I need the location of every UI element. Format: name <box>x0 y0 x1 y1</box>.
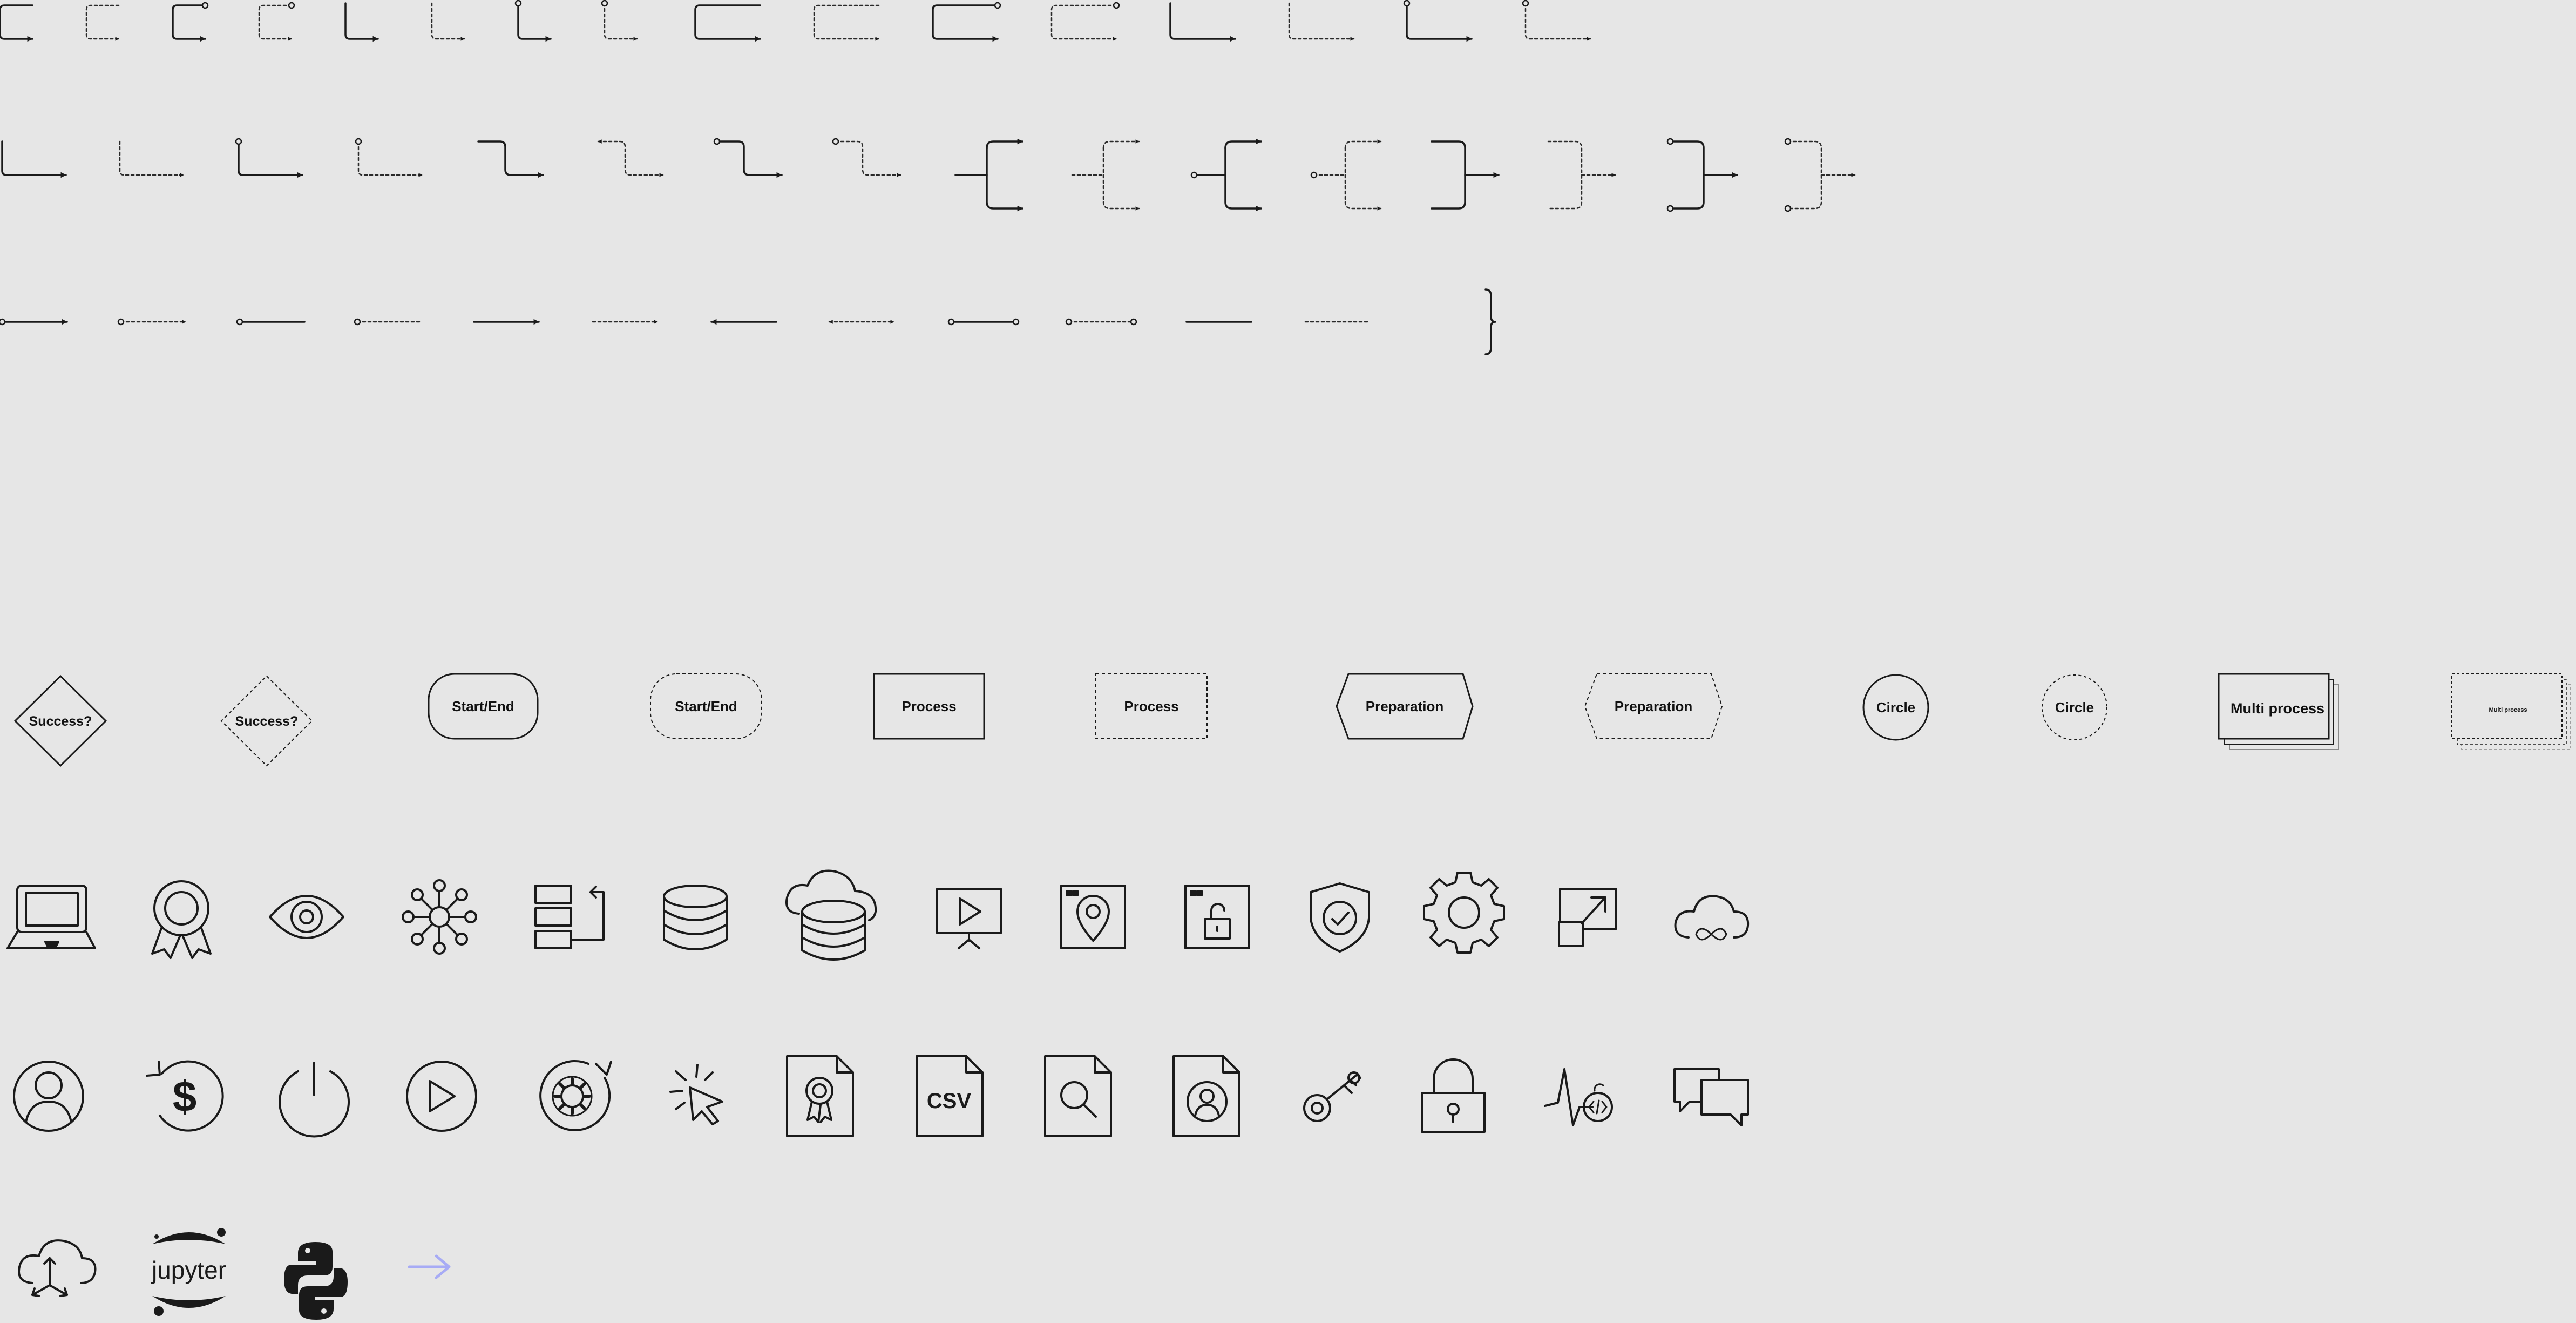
process-shape-dashed[interactable]: Process <box>1095 673 1208 739</box>
preparation-shape-dashed[interactable]: Preparation <box>1584 673 1723 739</box>
multi-process-label: Multi process <box>2231 700 2324 717</box>
circle-shape-dashed[interactable]: Circle <box>2042 674 2107 740</box>
multi-process-shape[interactable]: Multi process <box>2218 673 2339 750</box>
decision-label: Success? <box>29 714 92 729</box>
preparation-shape[interactable]: Preparation <box>1336 673 1474 740</box>
preparation-dashed-label: Preparation <box>1615 698 1693 714</box>
circle-label: Circle <box>1876 699 1915 716</box>
terminal-shape[interactable]: Start/End <box>428 673 539 740</box>
csv-label: CSV <box>927 1089 972 1113</box>
diagram-canvas: Success? Success? Start/End Start/End Pr… <box>0 0 2576 1323</box>
process-label: Process <box>901 698 956 714</box>
process-dashed-label: Process <box>1124 698 1178 714</box>
terminal-dashed-label: Start/End <box>675 698 737 714</box>
terminal-label: Start/End <box>452 698 514 714</box>
circle-dashed-label: Circle <box>2055 699 2094 716</box>
multi-process-shape-dashed[interactable]: Multi process <box>2451 673 2571 750</box>
multi-process-dashed-label: Multi process <box>2489 707 2527 713</box>
process-shape[interactable]: Process <box>873 673 985 740</box>
circle-shape[interactable]: Circle <box>1862 674 1929 741</box>
terminal-shape-dashed[interactable]: Start/End <box>650 673 762 739</box>
svg-text:$: $ <box>173 1072 197 1120</box>
jupyter-label: jupyter <box>151 1256 226 1284</box>
decision-dashed-label: Success? <box>235 714 299 729</box>
preparation-label: Preparation <box>1366 698 1444 714</box>
